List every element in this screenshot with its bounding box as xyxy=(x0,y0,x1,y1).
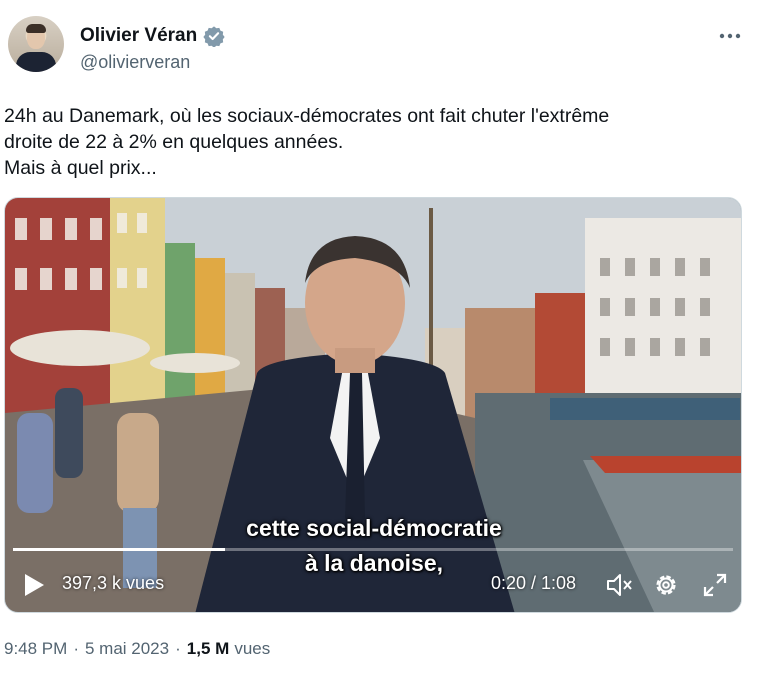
video-time: 0:20 / 1:08 xyxy=(491,573,577,593)
tweet-text: 24h au Danemark, où les sociaux-démocrat… xyxy=(4,103,744,181)
meta-separator: · xyxy=(175,639,181,658)
tweet-date[interactable]: 5 mai 2023 xyxy=(85,639,169,659)
author-name-row: Olivier Véran xyxy=(80,25,225,47)
avatar[interactable] xyxy=(8,16,64,72)
avatar-suit xyxy=(16,52,56,72)
tweet-text-line: 24h au Danemark, où les sociaux-démocrat… xyxy=(4,105,610,127)
video-player[interactable]: cette social-démocratie à la danoise, 39… xyxy=(4,197,742,613)
tweet-text-line: droite de 22 à 2% en quelques années. xyxy=(4,131,344,153)
views-label: vues xyxy=(234,639,271,658)
video-progress-bar[interactable] xyxy=(13,548,733,551)
author-handle[interactable]: @olivierveran xyxy=(80,52,190,73)
more-horizontal-icon xyxy=(719,33,741,39)
video-subtitle-line: cette social-démocratie xyxy=(246,515,502,541)
tweet-meta: 9:48 PM · 5 mai 2023 · 1,5 M vues xyxy=(4,639,270,659)
meta-separator: · xyxy=(73,639,79,658)
video-controls: 397,3 k vues 0:20 / 1:08 xyxy=(5,556,741,612)
author-display-name[interactable]: Olivier Véran xyxy=(80,25,197,47)
verified-badge-icon xyxy=(203,26,225,47)
mute-icon[interactable] xyxy=(605,571,633,599)
play-icon[interactable] xyxy=(21,571,47,599)
video-progress-fill xyxy=(13,548,225,551)
tweet-text-line: Mais à quel prix... xyxy=(4,157,157,179)
settings-icon[interactable] xyxy=(652,571,680,599)
more-button[interactable] xyxy=(716,24,744,48)
fullscreen-icon[interactable] xyxy=(701,571,729,599)
tweet-time[interactable]: 9:48 PM xyxy=(4,639,67,659)
avatar-hair xyxy=(26,24,46,33)
tweet: Olivier Véran @olivierveran 24h au Danem… xyxy=(0,0,771,680)
view-count: 1,5 M xyxy=(186,639,230,658)
video-view-count: 397,3 k vues xyxy=(62,573,165,593)
